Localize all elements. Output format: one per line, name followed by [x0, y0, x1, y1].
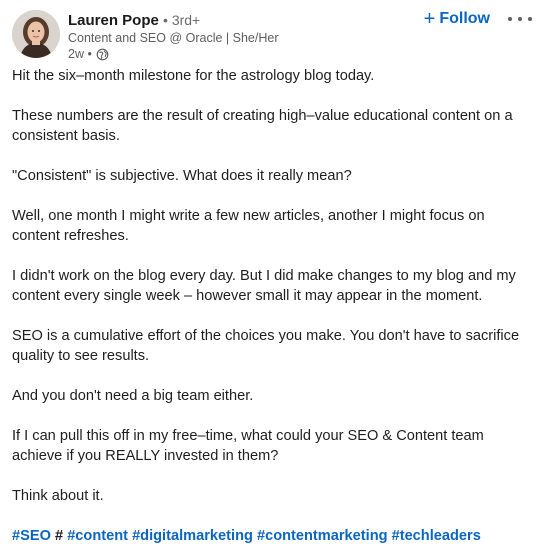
- post-paragraph: Think about it.: [12, 488, 104, 504]
- post-paragraph: SEO is a cumulative effort of the choice…: [12, 328, 520, 364]
- post-paragraph: These numbers are the result of creating…: [12, 108, 513, 144]
- follow-button[interactable]: + Follow: [423, 8, 490, 30]
- post-time: 2w •: [68, 47, 92, 61]
- post-paragraph: Well, one month I might write a few new …: [12, 208, 485, 244]
- linkedin-post: Lauren Pope • 3rd+ Content and SEO @ Ora…: [0, 0, 541, 550]
- avatar[interactable]: [12, 10, 60, 58]
- connection-degree: • 3rd+: [163, 12, 201, 28]
- hashtag-plain: #: [55, 528, 64, 544]
- hashtag-digitalmarketing[interactable]: #digitalmarketing: [132, 528, 253, 544]
- hashtag-row: #SEO # #content #digitalmarketing #conte…: [12, 526, 532, 546]
- author-name[interactable]: Lauren Pope: [68, 12, 159, 29]
- post-paragraph: If I can pull this off in my free–time, …: [12, 428, 484, 464]
- author-headline: Content and SEO @ Oracle | She/Her: [68, 31, 279, 45]
- hashtag-contentmarketing[interactable]: #contentmarketing: [257, 528, 388, 544]
- more-options-icon[interactable]: [508, 12, 532, 26]
- post-paragraph: And you don't need a big team either.: [12, 388, 254, 404]
- post-paragraph: "Consistent" is subjective. What does it…: [12, 168, 352, 184]
- post-paragraph: I didn't work on the blog every day. But…: [12, 268, 516, 304]
- plus-icon: +: [423, 8, 436, 30]
- author-info: Lauren Pope • 3rd+ Content and SEO @ Ora…: [68, 11, 368, 62]
- post-body: Hit the six–month milestone for the astr…: [12, 66, 532, 546]
- author-name-row: Lauren Pope • 3rd+: [68, 11, 368, 30]
- follow-label: Follow: [439, 10, 490, 27]
- globe-icon: [96, 48, 109, 61]
- post-paragraph: Hit the six–month milestone for the astr…: [12, 68, 375, 84]
- post-header: Lauren Pope • 3rd+ Content and SEO @ Ora…: [12, 8, 532, 62]
- hashtag-content[interactable]: #content: [67, 528, 128, 544]
- post-meta: 2w •: [68, 46, 368, 62]
- hashtag-techleaders[interactable]: #techleaders: [392, 528, 481, 544]
- hashtag-seo[interactable]: #SEO: [12, 528, 51, 544]
